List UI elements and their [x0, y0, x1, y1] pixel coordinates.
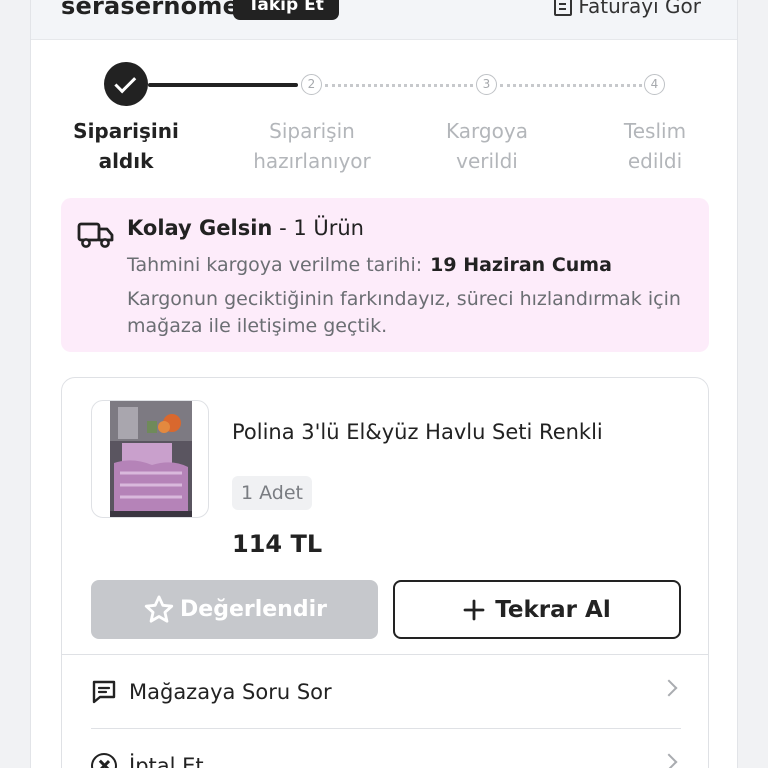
step-1-label: Siparişini aldık [73, 119, 179, 173]
shipment-title: Kolay Gelsin - 1 Ürün [127, 216, 364, 240]
ask-store-label: Mağazaya Soru Sor [129, 680, 332, 704]
rate-label: Değerlendir [180, 597, 327, 622]
truck-icon [77, 222, 114, 248]
estimated-ship-date: Tahmini kargoya verilme tarihi: 19 Hazira… [127, 254, 612, 276]
progress-line-pending [325, 84, 473, 87]
product-title[interactable]: Polina 3'lü El&yüz Havlu Seti Renkli [232, 420, 603, 444]
order-progress-stepper: 2 3 4 Siparişini aldık Siparişin hazırla… [31, 0, 739, 190]
chevron-right-icon [660, 679, 678, 697]
reorder-button[interactable]: Tekrar Al [393, 580, 681, 639]
star-icon [144, 595, 174, 623]
step-1-done [104, 62, 148, 106]
order-card: serasernome Takip Et Faturayı Gör 2 3 4 … [30, 0, 738, 768]
shipping-info-box: Kolay Gelsin - 1 Ürün Tahmini kargoya ve… [61, 198, 709, 352]
chevron-right-icon [660, 753, 678, 768]
chat-icon [92, 680, 116, 704]
cancel-icon [91, 753, 117, 768]
product-image[interactable] [91, 400, 209, 518]
progress-line-pending [500, 84, 642, 87]
progress-line-completed [148, 83, 298, 87]
product-price: 114 TL [232, 530, 323, 558]
step-3-label: Kargoya verildi [446, 119, 528, 173]
step-4-label: Teslim edildi [623, 119, 687, 173]
reorder-label: Tekrar Al [495, 596, 611, 623]
check-icon [114, 70, 137, 93]
step-2-indicator: 2 [301, 74, 322, 95]
delay-notice: Kargonun geciktiğinin farkındayız, sürec… [127, 288, 681, 337]
divider [62, 654, 708, 655]
step-4-indicator: 4 [644, 74, 665, 95]
towel-set-image [110, 401, 192, 517]
product-card: Polina 3'lü El&yüz Havlu Seti Renkli 1 A… [61, 377, 709, 768]
quantity-badge: 1 Adet [232, 476, 312, 510]
plus-icon [463, 599, 485, 620]
ask-store-row[interactable]: Mağazaya Soru Sor [91, 656, 681, 728]
step-3-indicator: 3 [476, 74, 497, 95]
divider [91, 728, 681, 729]
rate-button[interactable]: Değerlendir [91, 580, 378, 639]
cancel-label: İptal Et [129, 754, 204, 768]
step-2-label: Siparişin hazırlanıyor [253, 119, 371, 173]
cancel-order-row[interactable]: İptal Et [91, 730, 681, 768]
